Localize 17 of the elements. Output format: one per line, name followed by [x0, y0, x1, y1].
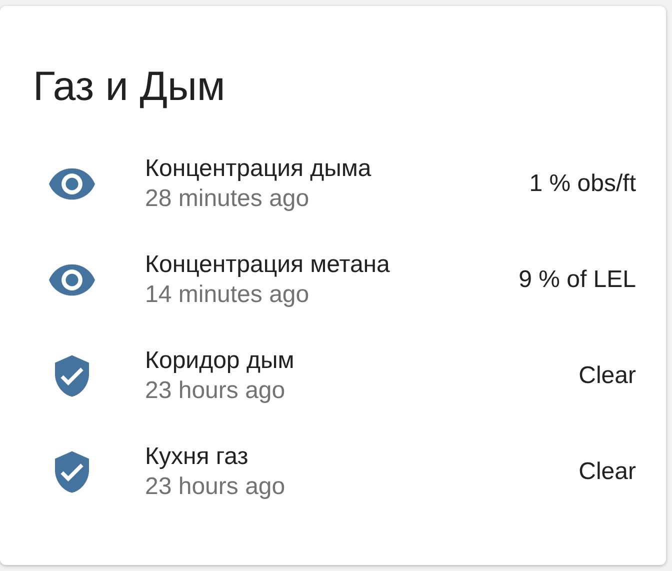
last-updated: 28 minutes ago — [145, 184, 310, 214]
shield-check-icon — [54, 451, 88, 493]
eye-icon — [48, 168, 94, 200]
entity-state: 1 % obs/ft — [529, 169, 636, 199]
entity-state: Clear — [578, 457, 636, 487]
shield-check-icon — [54, 355, 88, 397]
entity-name: Кухня газ — [145, 442, 248, 472]
entity-state: Clear — [578, 361, 636, 391]
entity-name: Концентрация метана — [145, 250, 390, 280]
last-updated: 14 minutes ago — [145, 280, 310, 310]
entity-name: Концентрация дыма — [145, 154, 372, 184]
eye-icon — [48, 264, 94, 296]
last-updated: 23 hours ago — [145, 376, 286, 406]
entity-state: 9 % of LEL — [518, 265, 636, 295]
last-updated: 23 hours ago — [145, 472, 286, 502]
entity-name: Коридор дым — [145, 346, 294, 376]
card-title: Газ и Дым — [33, 62, 226, 110]
